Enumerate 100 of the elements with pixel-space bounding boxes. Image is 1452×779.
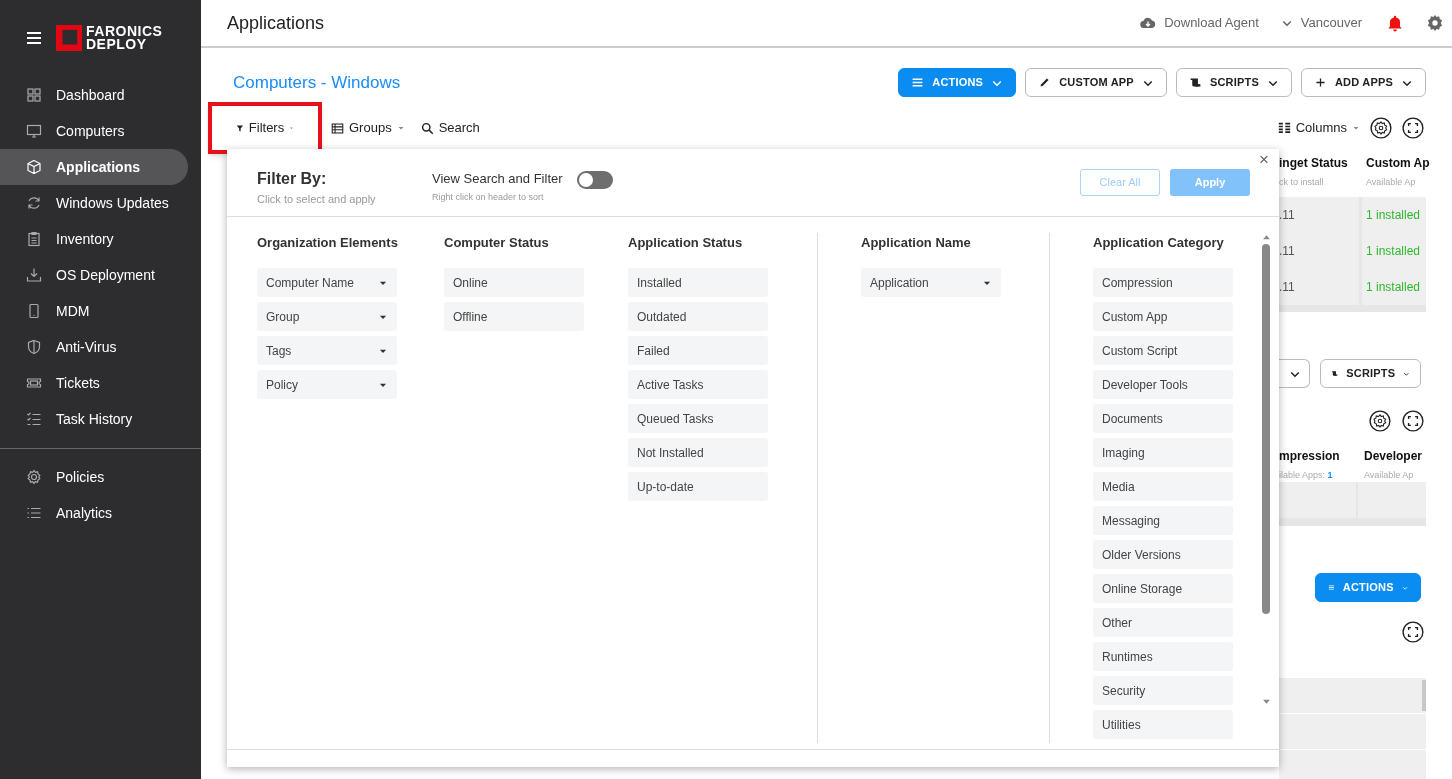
menu-icon[interactable]	[26, 30, 42, 46]
sidebar-item[interactable]: Windows Updates	[0, 185, 188, 221]
filter-option[interactable]: Media	[1093, 472, 1233, 501]
sidebar-item[interactable]: Anti-Virus	[0, 329, 188, 365]
group-title: Application Category	[1093, 234, 1225, 252]
toggle-switch[interactable]	[576, 171, 613, 189]
columns-button[interactable]: Columns	[1277, 118, 1360, 138]
filter-option[interactable]: Online Storage	[1093, 574, 1233, 603]
group-title: Application Name	[861, 234, 972, 252]
ticket-icon	[26, 375, 42, 391]
dropdown-button[interactable]: ADD APPS	[1300, 68, 1426, 97]
gear-icon	[26, 469, 42, 485]
filter-option[interactable]: Developer Tools	[1093, 370, 1233, 399]
filter-dropdown[interactable]: Computer Name	[257, 268, 397, 297]
table-cell: 1 installed	[1362, 269, 1426, 305]
grid-icon	[26, 87, 42, 103]
cube-icon	[26, 159, 42, 175]
column-header[interactable]: Developer	[1364, 447, 1426, 465]
filter-tab[interactable]: Groups	[324, 102, 412, 154]
filter-option[interactable]: Not Installed	[628, 438, 768, 467]
sidebar-item[interactable]: Computers	[0, 113, 188, 149]
filter-option[interactable]: Compression	[1093, 268, 1233, 297]
search-icon	[420, 121, 434, 135]
scroll-down-icon	[1261, 697, 1271, 706]
shield-icon	[26, 339, 42, 355]
download-tray-icon	[26, 267, 42, 283]
caret-icon	[289, 124, 294, 132]
fullscreen-icon[interactable]	[1402, 117, 1424, 139]
filter-dropdown[interactable]: Tags	[257, 336, 397, 365]
caret-icon	[1352, 124, 1360, 132]
filter-option[interactable]: Documents	[1093, 404, 1233, 433]
sidebar-item[interactable]: MDM	[0, 293, 188, 329]
table-cell: 1 installed	[1362, 233, 1426, 269]
sidebar-item[interactable]: Policies	[0, 459, 188, 495]
close-button[interactable]: ×	[1259, 150, 1269, 170]
list-icon	[26, 505, 42, 521]
filter-option[interactable]: Online	[444, 268, 584, 297]
column-header[interactable]: mpression	[1279, 447, 1364, 465]
group-title: Application Status	[628, 234, 744, 252]
filter-option[interactable]: Custom App	[1093, 302, 1233, 331]
location-dropdown[interactable]: Vancouver	[1280, 13, 1362, 33]
table-cell: .11	[1279, 269, 1359, 305]
filter-option[interactable]: Messaging	[1093, 506, 1233, 535]
filter-option[interactable]: Queued Tasks	[628, 404, 768, 433]
sidebar-item[interactable]: Dashboard	[0, 77, 188, 113]
filter-option[interactable]: Active Tasks	[628, 370, 768, 399]
scrollbar[interactable]	[1422, 680, 1426, 711]
sidebar-item[interactable]: Applications	[0, 149, 188, 185]
fullscreen-icon[interactable]	[1402, 621, 1424, 643]
filter-tab[interactable]: Search	[413, 102, 487, 154]
dropdown-button[interactable]: SCRIPTS	[1320, 359, 1421, 388]
filter-option[interactable]: Installed	[628, 268, 768, 297]
refresh-icon	[26, 195, 42, 211]
menu-icon	[911, 76, 925, 89]
download-agent-link[interactable]: Download Agent	[1140, 13, 1259, 33]
checklist-icon	[26, 411, 42, 427]
dropdown-button[interactable]: CUSTOM APP	[1025, 68, 1167, 97]
column-subtitle: Available Ap	[1366, 176, 1417, 189]
filter-option[interactable]: Security	[1093, 676, 1233, 705]
column-header[interactable]: inget Status	[1279, 154, 1366, 172]
monitor-icon	[26, 123, 42, 139]
toggle-label: View Search and Filter	[432, 170, 563, 188]
caret-icon	[396, 124, 405, 132]
table-cell: .11	[1279, 233, 1359, 269]
filter-option[interactable]: Older Versions	[1093, 540, 1233, 569]
column-subtitle: Available Ap	[1364, 469, 1415, 482]
table-cell: .11	[1279, 197, 1359, 233]
filter-option[interactable]: Offline	[444, 302, 584, 331]
sidebar-item[interactable]: OS Deployment	[0, 257, 188, 293]
filter-option[interactable]: Up-to-date	[628, 472, 768, 501]
sidebar-item[interactable]: Analytics	[0, 495, 188, 531]
plus-icon	[1313, 76, 1327, 89]
settings-icon[interactable]	[1370, 117, 1392, 139]
group-title: Computer Status	[444, 234, 550, 252]
column-subtitle: ilable Apps: 1	[1279, 469, 1334, 482]
cloud-download-icon	[1140, 15, 1157, 31]
fullscreen-icon[interactable]	[1402, 410, 1424, 432]
sidebar-item[interactable]: Inventory	[0, 221, 188, 257]
columns-icon	[1277, 121, 1291, 135]
filter-option[interactable]: Runtimes	[1093, 642, 1233, 671]
panel-subtitle: Click to select and apply	[257, 192, 377, 207]
filter-option[interactable]: Outdated	[628, 302, 768, 331]
filter-option[interactable]: Custom Script	[1093, 336, 1233, 365]
scroll-up-icon	[1261, 233, 1271, 242]
filter-dropdown[interactable]: Application	[861, 268, 1001, 297]
sidebar-item[interactable]: Tickets	[0, 365, 188, 401]
toggle-hint: Right click on header to sort	[432, 190, 545, 204]
settings-icon[interactable]	[1369, 410, 1391, 432]
filter-dropdown[interactable]: Policy	[257, 370, 397, 399]
brand-name: FARONICS	[86, 25, 163, 38]
breadcrumb-link[interactable]: Computers - Windows	[233, 69, 401, 96]
dropdown-button[interactable]: SCRIPTS	[1175, 68, 1292, 97]
filter-option[interactable]: Imaging	[1093, 438, 1233, 467]
bell-icon[interactable]	[1386, 14, 1404, 32]
sidebar-item[interactable]: Task History	[0, 401, 188, 437]
filter-option[interactable]: Utilities	[1093, 710, 1233, 739]
table-cell: 1 installed	[1362, 197, 1426, 233]
filter-dropdown[interactable]: Group	[257, 302, 397, 331]
filter-option[interactable]: Other	[1093, 608, 1233, 637]
filter-option[interactable]: Failed	[628, 336, 768, 365]
